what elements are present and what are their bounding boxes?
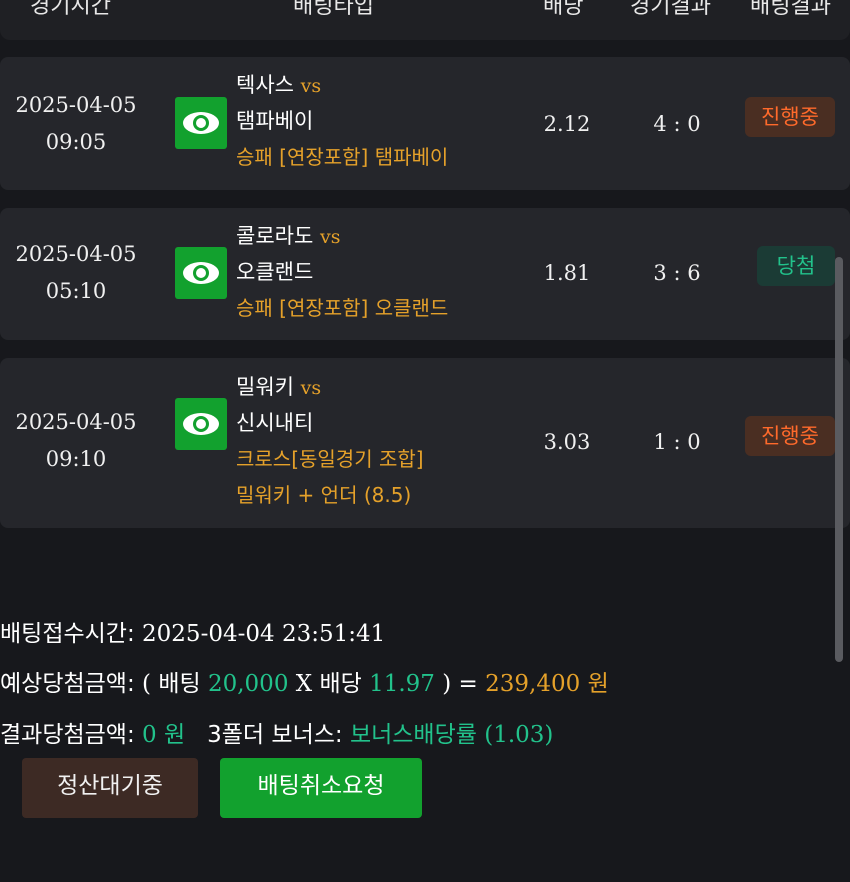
bet-amount: 20,000	[207, 671, 289, 697]
paren-close: ) =	[434, 671, 486, 697]
away-team: 신시내티	[236, 411, 314, 435]
game-date: 2025-04-05	[15, 93, 137, 117]
expected-amount: 239,400 원	[485, 671, 609, 697]
away-team: 탬파베이	[236, 109, 314, 133]
game-date: 2025-04-05	[15, 242, 137, 266]
score-value: 4 : 0	[653, 112, 701, 136]
score-value: 1 : 0	[653, 430, 701, 454]
game-date: 2025-04-05	[15, 410, 137, 434]
eye-icon	[183, 413, 219, 435]
header-time: 경기시간	[30, 0, 111, 19]
result-win-row: 결과당첨금액: 0 원 3폴더 보너스: 보너스배당률 (1.03)	[0, 715, 553, 755]
times-sign: X	[288, 671, 320, 697]
home-team: 밀워키	[236, 375, 294, 399]
pick-type: 크로스[동일경기 조합]	[236, 447, 424, 471]
score-value: 3 : 6	[653, 261, 701, 285]
match-info: 콜로라도 vs 오클랜드 승패 [연장포함] 오클랜드	[236, 218, 448, 326]
odds-label: 배당	[319, 671, 370, 697]
bet-label: 배팅	[158, 671, 208, 697]
bonus-value: 보너스배당률 (1.03)	[349, 722, 554, 748]
cancel-bet-button[interactable]: 배팅취소요청	[220, 758, 422, 818]
table-header: 경기시간 배팅타입 배당 경기결과 배팅결과	[0, 0, 850, 40]
odds-value: 3.03	[543, 430, 591, 454]
bet-row: 2025-04-05 09:10 밀워키 vs 신시내티 크로스[동일경기 조합…	[0, 358, 850, 528]
game-time: 2025-04-05 05:10	[10, 236, 142, 310]
pick-detail: 밀워키 + 언더 (8.5)	[236, 483, 412, 507]
game-clock: 09:05	[45, 130, 107, 154]
vs-label: vs	[300, 75, 322, 97]
odds-value: 1.81	[543, 261, 591, 285]
match-info: 밀워키 vs 신시내티 크로스[동일경기 조합] 밀워키 + 언더 (8.5)	[236, 369, 424, 513]
bet-history-page: 경기시간 배팅타입 배당 경기결과 배팅결과 2025-04-05 09:05 …	[0, 0, 850, 882]
home-team: 텍사스	[236, 73, 294, 97]
accept-time-row: 배팅접수시간: 2025-04-04 23:51:41	[0, 614, 385, 654]
eye-icon	[183, 262, 219, 284]
total-odds: 11.97	[369, 671, 435, 697]
header-bet-type: 배팅타입	[293, 0, 374, 19]
bet-row: 2025-04-05 09:05 텍사스 vs 탬파베이 승패 [연장포함] 탬…	[0, 57, 850, 190]
bet-row: 2025-04-05 05:10 콜로라도 vs 오클랜드 승패 [연장포함] …	[0, 208, 850, 340]
game-clock: 05:10	[45, 279, 107, 303]
pick-type: 승패 [연장포함] 오클랜드	[236, 296, 449, 320]
game-time: 2025-04-05 09:05	[10, 87, 142, 161]
accept-time-value: 2025-04-04 23:51:41	[142, 621, 386, 647]
game-time: 2025-04-05 09:10	[10, 404, 142, 478]
expected-label: 예상당첨금액:	[0, 671, 143, 697]
paren-open: (	[142, 671, 159, 697]
scrollbar[interactable]	[835, 257, 843, 662]
odds-value: 2.12	[543, 112, 591, 136]
bonus-label: 3폴더 보너스:	[207, 722, 350, 748]
view-detail-button[interactable]	[175, 398, 227, 450]
view-detail-button[interactable]	[175, 97, 227, 149]
away-team: 오클랜드	[236, 260, 314, 284]
vs-label: vs	[300, 377, 322, 399]
settle-wait-button[interactable]: 정산대기중	[22, 758, 198, 818]
header-game-result: 경기결과	[630, 0, 711, 19]
view-detail-button[interactable]	[175, 247, 227, 299]
result-label: 결과당첨금액:	[0, 722, 143, 748]
game-clock: 09:10	[45, 447, 107, 471]
eye-icon	[183, 112, 219, 134]
header-bet-result: 배팅결과	[750, 0, 831, 19]
accept-time-label: 배팅접수시간:	[0, 621, 143, 647]
vs-label: vs	[319, 226, 341, 248]
header-odds: 배당	[543, 0, 584, 19]
pick-type: 승패 [연장포함] 탬파베이	[236, 145, 449, 169]
status-badge: 진행중	[745, 97, 835, 137]
match-info: 텍사스 vs 탬파베이 승패 [연장포함] 탬파베이	[236, 67, 448, 175]
expected-win-row: 예상당첨금액: ( 배팅 20,000 X 배당 11.97 ) = 239,4…	[0, 664, 609, 704]
status-badge: 진행중	[745, 416, 835, 456]
home-team: 콜로라도	[236, 224, 314, 248]
status-badge: 당첨	[757, 246, 835, 286]
result-amount: 0 원	[142, 722, 186, 748]
